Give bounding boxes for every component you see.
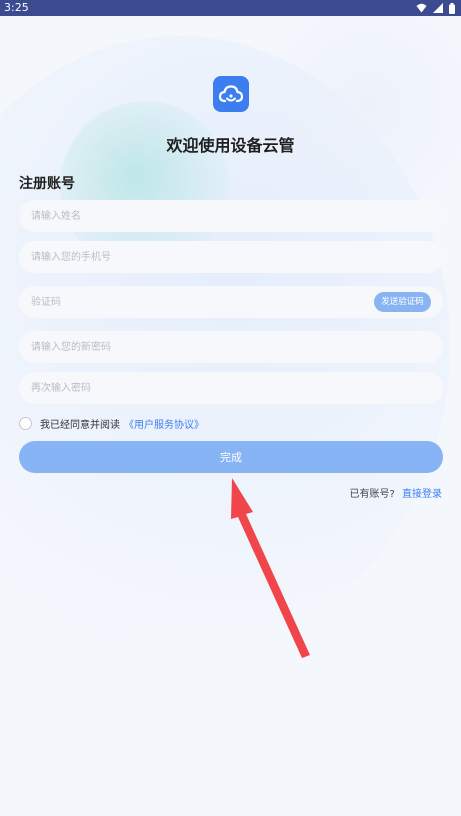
red-arrow-annotation [231,478,310,658]
register-page: 欢迎使用设备云管 注册账号 发送验证码 我已经同意并阅读 《用户服务协议》 完成… [0,0,461,816]
